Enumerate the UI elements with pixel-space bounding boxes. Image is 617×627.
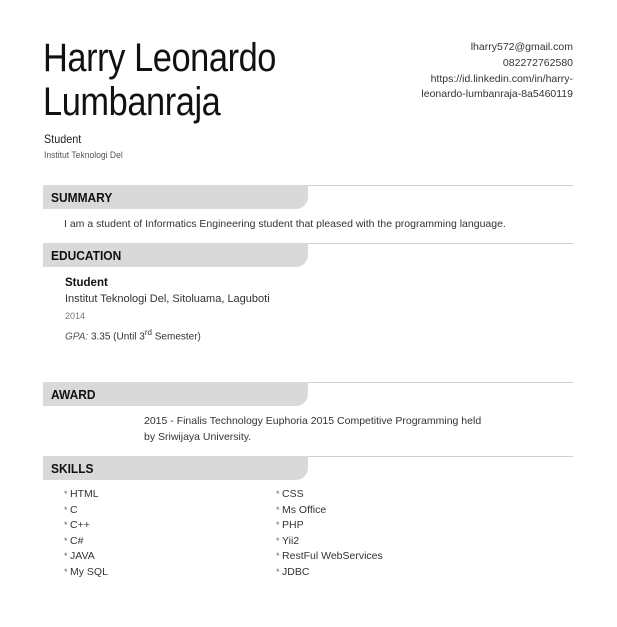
award-text: 2015 - Finalis Technology Euphoria 2015 …: [144, 413, 504, 445]
education-title: EDUCATION: [51, 248, 122, 263]
skill-item: Yii2: [276, 534, 383, 550]
contact-block: lharry572@gmail.com 082272762580 https:/…: [421, 40, 573, 103]
skill-item: C: [64, 503, 108, 519]
skills-title: SKILLS: [51, 461, 94, 476]
gpa-label: GPA:: [65, 331, 89, 343]
gpa-value: 3.35 (Until 3: [90, 331, 145, 343]
resume-name: Harry Leonardo Lumbanraja: [43, 36, 335, 124]
contact-email[interactable]: lharry572@gmail.com: [421, 40, 573, 56]
skill-item: C++: [64, 518, 108, 534]
award-header: AWARD: [43, 382, 573, 406]
skill-item: PHP: [276, 518, 383, 534]
skill-item: JAVA: [64, 549, 108, 565]
education-school: Institut Teknologi Del, Sitoluama, Lagub…: [65, 293, 270, 305]
summary-title: SUMMARY: [51, 190, 113, 205]
summary-header: SUMMARY: [43, 185, 573, 209]
education-header: EDUCATION: [43, 243, 573, 267]
name-line-1: Harry Leonardo: [43, 36, 277, 80]
resume-role: Student: [44, 132, 82, 146]
award-title: AWARD: [51, 387, 96, 402]
skills-list-left: HTML C C++ C# JAVA My SQL: [64, 487, 108, 581]
resume-school: Institut Teknologi Del: [44, 150, 123, 161]
skill-item: C#: [64, 534, 108, 550]
contact-linkedin-line-2[interactable]: leonardo-lumbanraja-8a5460119: [421, 87, 573, 103]
education-gpa: GPA: 3.35 (Until 3rd Semester): [65, 328, 201, 342]
name-line-2: Lumbanraja: [43, 80, 221, 124]
skill-item: JDBC: [276, 565, 383, 581]
skill-item: CSS: [276, 487, 383, 503]
education-role: Student: [65, 277, 108, 289]
gpa-ordinal: rd: [144, 328, 152, 337]
skills-list-right: CSS Ms Office PHP Yii2 RestFul WebServic…: [276, 487, 383, 581]
summary-text: I am a student of Informatics Engineerin…: [64, 218, 506, 230]
gpa-suffix: Semester): [151, 331, 201, 343]
skills-header: SKILLS: [43, 456, 573, 480]
education-year: 2014: [65, 311, 86, 321]
award-line-1: 2015 - Finalis Technology Euphoria 2015 …: [144, 415, 482, 427]
contact-phone: 082272762580: [502, 56, 573, 69]
skill-item: My SQL: [64, 565, 108, 581]
skill-item: Ms Office: [276, 503, 383, 519]
award-line-2: by Sriwijaya University.: [144, 431, 252, 443]
skill-item: HTML: [64, 487, 108, 503]
skill-item: RestFul WebServices: [276, 549, 383, 565]
contact-linkedin-line-1[interactable]: https://id.linkedin.com/in/harry-: [421, 72, 573, 88]
